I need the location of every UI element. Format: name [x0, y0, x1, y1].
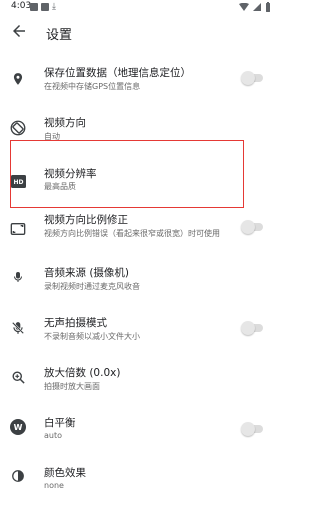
notification-icon: [30, 3, 38, 11]
setting-title: 颜色效果: [44, 467, 86, 479]
setting-white-balance[interactable]: W 白平衡 auto: [0, 410, 281, 460]
color-effect-icon: [9, 467, 27, 485]
setting-title: 视频方向: [44, 117, 86, 129]
aspect-ratio-toggle[interactable]: [241, 220, 265, 234]
setting-color-effect[interactable]: 颜色效果 none: [0, 460, 281, 510]
location-toggle[interactable]: [241, 71, 265, 85]
notification-icon: [41, 3, 49, 11]
page-title: 设置: [46, 28, 73, 43]
system-icons: [239, 2, 271, 12]
setting-subtitle: 录制视频时通过麦克风收音: [44, 282, 140, 291]
setting-title: 白平衡: [44, 417, 76, 429]
status-time: 4:03: [11, 1, 32, 11]
notification-icons: ⤓: [30, 2, 56, 12]
setting-title: 无声拍摄模式: [44, 317, 107, 329]
svg-text:W: W: [14, 423, 23, 432]
setting-zoom[interactable]: 放大倍数 (0.0x) 拍摄时放大画面: [0, 360, 281, 410]
setting-aspect-ratio-correction[interactable]: 视频方向比例修正 视频方向比例错误（看起来很窄或很宽）时可使用: [0, 210, 281, 260]
setting-subtitle: 在视频中存储GPS位置信息: [44, 82, 141, 91]
back-arrow-icon[interactable]: [10, 22, 28, 40]
zoom-in-icon: [9, 368, 27, 386]
highlight-box: [10, 140, 244, 208]
download-icon: ⤓: [52, 2, 56, 12]
silent-mode-toggle[interactable]: [241, 321, 265, 335]
mic-off-icon: [9, 319, 27, 337]
setting-title: 视频方向比例修正: [44, 214, 128, 226]
aspect-ratio-icon: [9, 220, 27, 238]
signal-icon: [253, 3, 261, 11]
battery-icon: [266, 2, 270, 12]
screen-rotation-icon: [9, 119, 27, 137]
wifi-icon: [239, 3, 249, 11]
setting-save-location[interactable]: 保存位置数据（地理信息定位） 在视频中存储GPS位置信息: [0, 60, 281, 110]
setting-subtitle: auto: [44, 431, 63, 440]
location-pin-icon: [9, 70, 27, 88]
setting-subtitle: none: [44, 481, 64, 490]
setting-title: 音频来源 (摄像机): [44, 267, 130, 279]
setting-subtitle: 拍摄时放大画面: [44, 382, 100, 391]
app-bar: 设置: [0, 14, 281, 52]
setting-silent-mode[interactable]: 无声拍摄模式 不录制音频以减小文件大小: [0, 310, 281, 360]
setting-subtitle: 视频方向比例错误（看起来很窄或很宽）时可使用: [44, 229, 220, 238]
setting-subtitle: 不录制音频以减小文件大小: [44, 332, 140, 341]
white-balance-icon: W: [9, 418, 27, 436]
white-balance-toggle[interactable]: [241, 422, 265, 436]
microphone-icon: [9, 268, 27, 286]
setting-title: 保存位置数据（地理信息定位）: [44, 67, 191, 79]
status-bar: 4:03 ⤓: [0, 0, 281, 14]
setting-title: 放大倍数 (0.0x): [44, 367, 121, 379]
setting-audio-source[interactable]: 音频来源 (摄像机) 录制视频时通过麦克风收音: [0, 260, 281, 310]
